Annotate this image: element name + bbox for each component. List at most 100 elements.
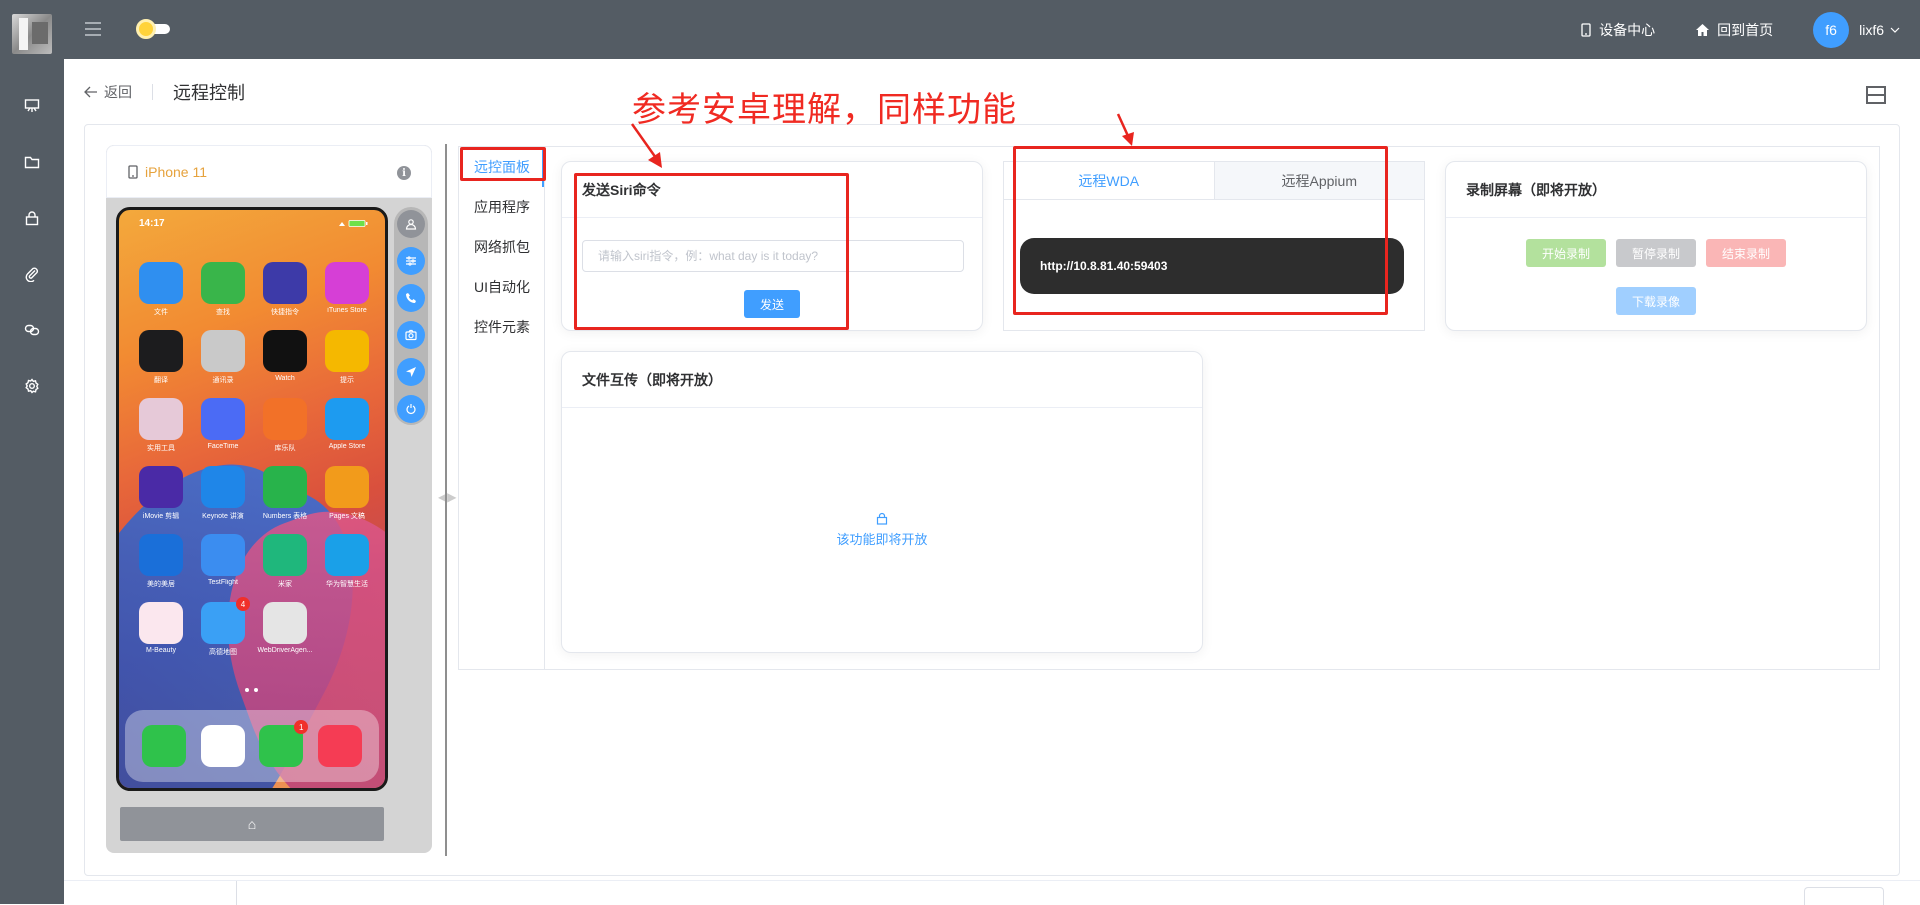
app-icon[interactable]: Watch	[263, 330, 307, 382]
app-icon[interactable]: 提示	[325, 330, 369, 384]
send-siri-button[interactable]: 发送	[744, 290, 800, 318]
tab-ui-automation[interactable]: UI自动化	[459, 267, 544, 307]
tab-remote-wda[interactable]: 远程WDA	[1004, 162, 1215, 199]
app-label: Watch	[275, 375, 295, 382]
app-icon[interactable]: WebDriverAgen...	[257, 602, 313, 654]
back-button[interactable]: 返回	[84, 82, 132, 102]
app-icon[interactable]: FaceTime	[201, 398, 245, 450]
pause-record-button[interactable]: 暂停录制	[1616, 239, 1696, 267]
layout-toggle-icon[interactable]	[1866, 86, 1886, 104]
user-button[interactable]	[397, 210, 425, 238]
app-icon[interactable]: Numbers 表格	[263, 466, 307, 520]
annotation-text: 参考安卓理解，同样功能	[632, 90, 1017, 130]
device-action-buttons	[394, 207, 428, 425]
app-icon[interactable]: 翻译	[139, 330, 183, 384]
app-icon[interactable]: 华为智慧生活	[325, 534, 369, 588]
siri-input[interactable]	[582, 240, 964, 272]
bottom-tab[interactable]	[1804, 887, 1884, 905]
user-icon	[405, 219, 417, 230]
phone-call-icon	[406, 293, 416, 303]
music-app-icon[interactable]	[317, 725, 362, 767]
user-name: lixf6	[1859, 21, 1884, 38]
app-label: iMovie 剪辑	[142, 513, 180, 520]
app-icon[interactable]: Apple Store	[325, 398, 369, 450]
power-icon	[406, 404, 416, 414]
sidebar-item-link[interactable]	[0, 302, 64, 358]
app-icon[interactable]: 米家	[263, 534, 307, 588]
back-home-link[interactable]: 回到首页	[1695, 20, 1773, 40]
safari-app-icon[interactable]	[200, 725, 245, 767]
app-icon[interactable]: 快捷指令	[263, 262, 307, 316]
app-icon[interactable]: Pages 文稿	[325, 466, 369, 520]
call-button[interactable]	[397, 284, 425, 312]
app-grid: 文件 查找 快捷指令 iTunes Store 翻译 通讯录 Watch 提示实用工具 Face…	[139, 262, 375, 656]
app-icon[interactable]: 文件	[139, 262, 183, 316]
wda-url[interactable]: http://10.8.81.40:59403	[1020, 238, 1404, 294]
sidebar-item-folder[interactable]	[0, 134, 64, 190]
app-label: iTunes Store	[327, 307, 367, 314]
panel-splitter[interactable]	[445, 144, 447, 856]
lock-icon	[25, 211, 39, 226]
sidebar-item-presentation[interactable]	[0, 78, 64, 134]
app-icon[interactable]: 库乐队	[263, 398, 307, 452]
dock: 1	[125, 710, 379, 782]
app-label: Numbers 表格	[262, 513, 308, 520]
wda-tabs: 远程WDA 远程Appium	[1004, 162, 1424, 200]
control-panel: 远控面板 应用程序 网络抓包 UI自动化 控件元素 发送Siri命令 发送 远程…	[458, 146, 1880, 670]
app-icon[interactable]: iMovie 剪辑	[139, 466, 183, 520]
app-label: 快捷指令	[271, 309, 299, 316]
stop-record-button[interactable]: 结束录制	[1706, 239, 1786, 267]
start-record-button[interactable]: 开始录制	[1526, 239, 1606, 267]
app-label: 通讯录	[212, 377, 234, 384]
messages-app-icon[interactable]: 1	[259, 720, 309, 767]
top-links: 设备中心 回到首页 f6 lixf6	[1580, 0, 1920, 59]
status-time: 14:17	[139, 218, 165, 229]
sidebar-item-settings[interactable]	[0, 358, 64, 414]
power-button[interactable]	[397, 395, 425, 423]
tab-apps[interactable]: 应用程序	[459, 187, 544, 227]
back-label: 返回	[104, 84, 132, 100]
app-icon[interactable]: iTunes Store	[325, 262, 369, 314]
user-menu[interactable]: f6 lixf6	[1813, 11, 1900, 48]
tab-remote-panel[interactable]: 远控面板	[459, 147, 544, 187]
app-label: Pages 文稿	[329, 513, 365, 520]
sliders-icon	[406, 256, 416, 266]
sun-icon	[136, 19, 156, 39]
screenshot-button[interactable]	[397, 321, 425, 349]
home-button[interactable]: ⌂	[120, 807, 384, 841]
app-icon[interactable]: 查找	[201, 262, 245, 316]
app-icon[interactable]: M-Beauty	[139, 602, 183, 654]
avatar: f6	[1813, 11, 1850, 48]
device-panel: iPhone 11 i 14:17 文件 查找 快捷指令 iTunes Store 翻译…	[106, 145, 432, 853]
notification-badge: 4	[236, 597, 250, 611]
app-icon[interactable]: 实用工具	[139, 398, 183, 452]
location-icon	[406, 367, 416, 377]
app-icon[interactable]: 美的美居	[139, 534, 183, 588]
wda-card: 远程WDA 远程Appium http://10.8.81.40:59403	[1003, 161, 1425, 331]
tab-network-capture[interactable]: 网络抓包	[459, 227, 544, 267]
home-icon	[1696, 23, 1710, 36]
location-button[interactable]	[397, 358, 425, 386]
theme-toggle[interactable]	[136, 19, 172, 39]
phone-app-icon[interactable]	[142, 725, 187, 767]
sidebar-item-lock[interactable]	[0, 190, 64, 246]
device-screen[interactable]: 14:17 文件 查找 快捷指令 iTunes Store 翻译 通讯录 Watch 提示实用…	[116, 207, 388, 791]
app-icon[interactable]: TestFlight	[201, 534, 245, 586]
sidebar-item-attachment[interactable]	[0, 246, 64, 302]
device-center-link[interactable]: 设备中心	[1580, 20, 1655, 40]
tab-elements[interactable]: 控件元素	[459, 307, 544, 347]
app-label: 文件	[154, 309, 168, 316]
app-icon[interactable]: 4 高德地图	[201, 597, 250, 656]
app-icon[interactable]: 通讯录	[201, 330, 245, 384]
status-icons	[339, 220, 368, 227]
back-home-label: 回到首页	[1717, 21, 1774, 38]
download-record-button[interactable]: 下载录像	[1616, 287, 1696, 315]
coming-soon-message: 该功能即将开放	[562, 512, 1202, 548]
info-icon[interactable]: i	[397, 166, 411, 180]
menu-toggle-icon[interactable]	[85, 22, 101, 36]
tab-remote-appium[interactable]: 远程Appium	[1215, 162, 1425, 199]
app-icon[interactable]: Keynote 讲演	[201, 466, 245, 520]
settings-button[interactable]	[397, 247, 425, 275]
app-logo[interactable]	[12, 14, 52, 54]
lock-icon	[876, 512, 888, 525]
